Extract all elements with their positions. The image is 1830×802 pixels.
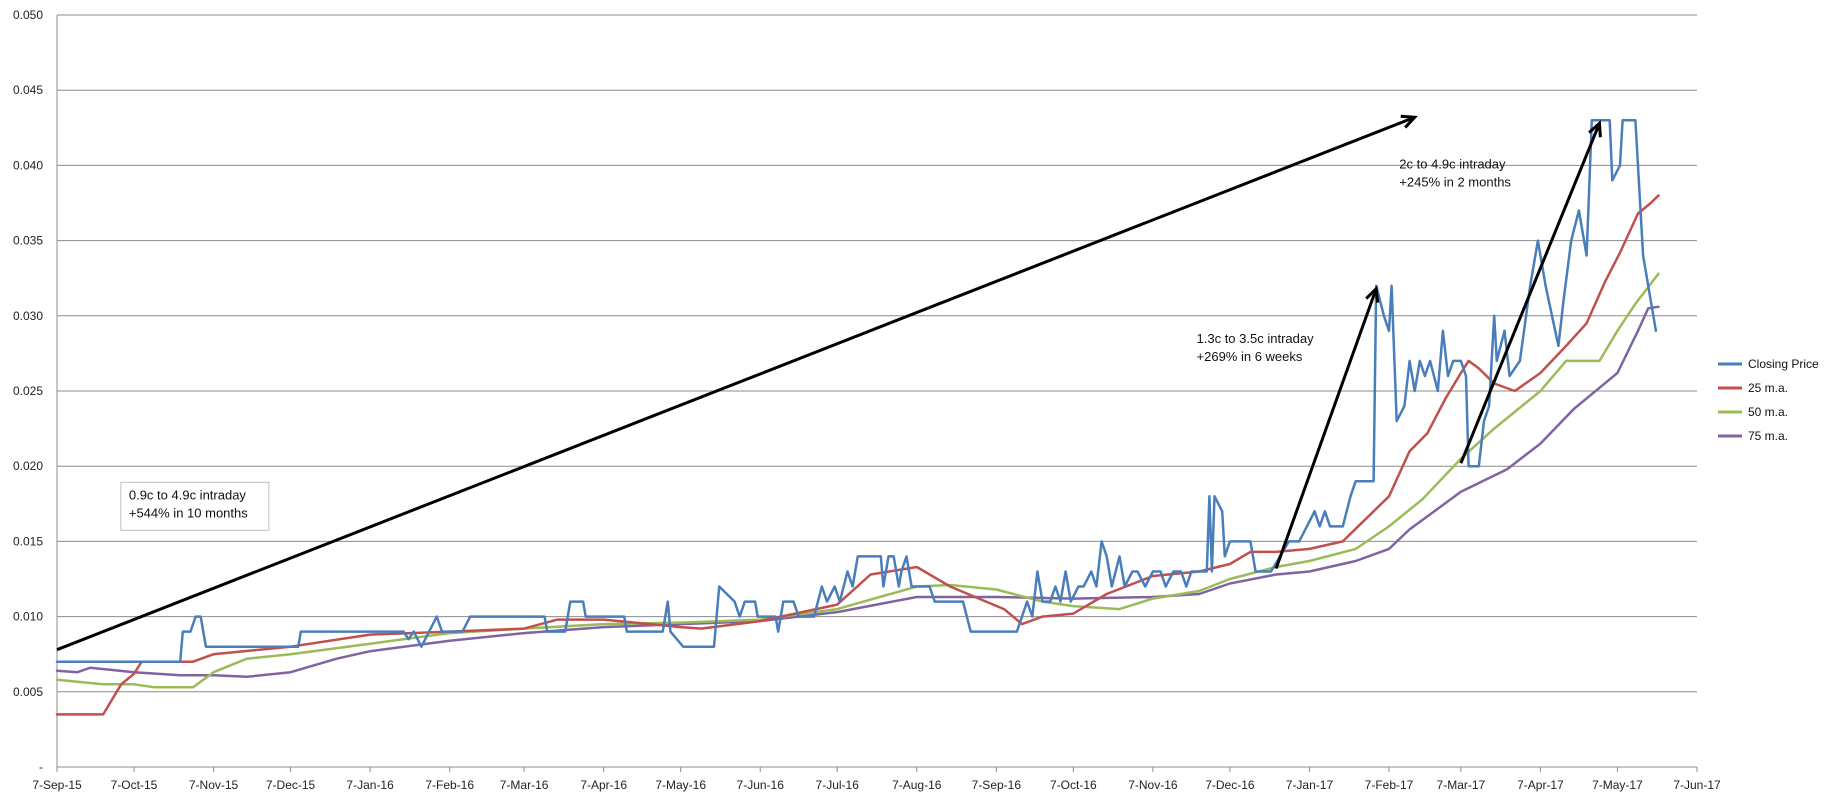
annotation-text: 2c to 4.9c intraday (1399, 156, 1506, 171)
y-tick-label: 0.040 (13, 158, 43, 172)
x-tick-label: 7-Jun-17 (1673, 778, 1721, 792)
x-tick-label: 7-Aug-16 (892, 778, 942, 792)
x-axis-tick-labels: 7-Sep-15 7-Oct-15 7-Nov-15 7-Dec-15 7-Jan-16… (32, 778, 1721, 792)
x-tick-label: 7-Dec-16 (1205, 778, 1255, 792)
legend: Closing Price 25 m.a. 50 m.a. 75 m.a. (1718, 357, 1819, 443)
x-tick-label: 7-May-17 (1592, 778, 1643, 792)
series-line-25-m-a (55, 194, 1660, 716)
x-tick-label: 7-Nov-15 (189, 778, 239, 792)
legend-label: 25 m.a. (1748, 381, 1788, 395)
x-tick-label: 7-Feb-17 (1365, 778, 1414, 792)
x-tick-label: 7-Apr-16 (580, 778, 627, 792)
x-tick-label: 7-Oct-15 (111, 778, 158, 792)
annotation: 0.9c to 4.9c intraday +544% in 10 months (120, 481, 270, 531)
annotation-text: +544% in 10 months (129, 505, 248, 520)
y-tick-label: 0.010 (13, 610, 43, 624)
annotation-text: +269% in 6 weeks (1197, 349, 1303, 364)
legend-label: 75 m.a. (1748, 429, 1788, 443)
x-tick-label: 7-Feb-16 (425, 778, 474, 792)
x-tick-label: 7-Sep-16 (972, 778, 1022, 792)
y-tick-label: 0.005 (13, 685, 43, 699)
annotation: 1.3c to 3.5c intraday +269% in 6 weeks (1197, 331, 1315, 364)
x-tick-label: 7-Oct-16 (1050, 778, 1097, 792)
y-tick-label: 0.050 (13, 8, 43, 22)
x-tick-label: 7-Jul-16 (816, 778, 860, 792)
gridlines (57, 14, 1697, 693)
annotations-layer: 0.9c to 4.9c intraday +544% in 10 months 1… (120, 156, 1511, 531)
annotation: 2c to 4.9c intraday +245% in 2 months (1399, 156, 1511, 189)
annotation-text: +245% in 2 months (1399, 174, 1511, 189)
x-tick-label: 7-Mar-16 (500, 778, 549, 792)
annotation-text: 0.9c to 4.9c intraday (129, 487, 247, 502)
x-tick-label: 7-Mar-17 (1437, 778, 1486, 792)
x-tick-label: 7-Jun-16 (737, 778, 785, 792)
x-tick-label: 7-Apr-17 (1517, 778, 1564, 792)
y-tick-label: 0.015 (13, 534, 43, 548)
x-tick-label: 7-Jan-16 (346, 778, 394, 792)
y-tick-label: - (39, 760, 43, 774)
series-layer (55, 119, 1660, 716)
x-tick-label: 7-Dec-15 (266, 778, 316, 792)
y-axis-tick-labels: - 0.005 0.010 0.015 0.020 0.025 0.030 0.035 0.04… (13, 8, 43, 774)
legend-label: 50 m.a. (1748, 405, 1788, 419)
y-tick-label: 0.030 (13, 309, 43, 323)
x-tick-label: 7-Sep-15 (32, 778, 82, 792)
price-chart: - 0.005 0.010 0.015 0.020 0.025 0.030 0.035 0.04… (13, 8, 1819, 792)
x-tick-label: 7-May-16 (655, 778, 706, 792)
y-tick-label: 0.025 (13, 384, 43, 398)
axes (56, 15, 1698, 772)
x-tick-label: 7-Nov-16 (1128, 778, 1178, 792)
arrows-layer (56, 114, 1602, 652)
y-tick-label: 0.045 (13, 83, 43, 97)
y-tick-label: 0.035 (13, 234, 43, 248)
legend-label: Closing Price (1748, 357, 1819, 371)
x-tick-label: 7-Jan-17 (1286, 778, 1334, 792)
y-tick-label: 0.020 (13, 459, 43, 473)
series-line-75-m-a (55, 305, 1660, 679)
annotation-text: 1.3c to 3.5c intraday (1197, 331, 1315, 346)
